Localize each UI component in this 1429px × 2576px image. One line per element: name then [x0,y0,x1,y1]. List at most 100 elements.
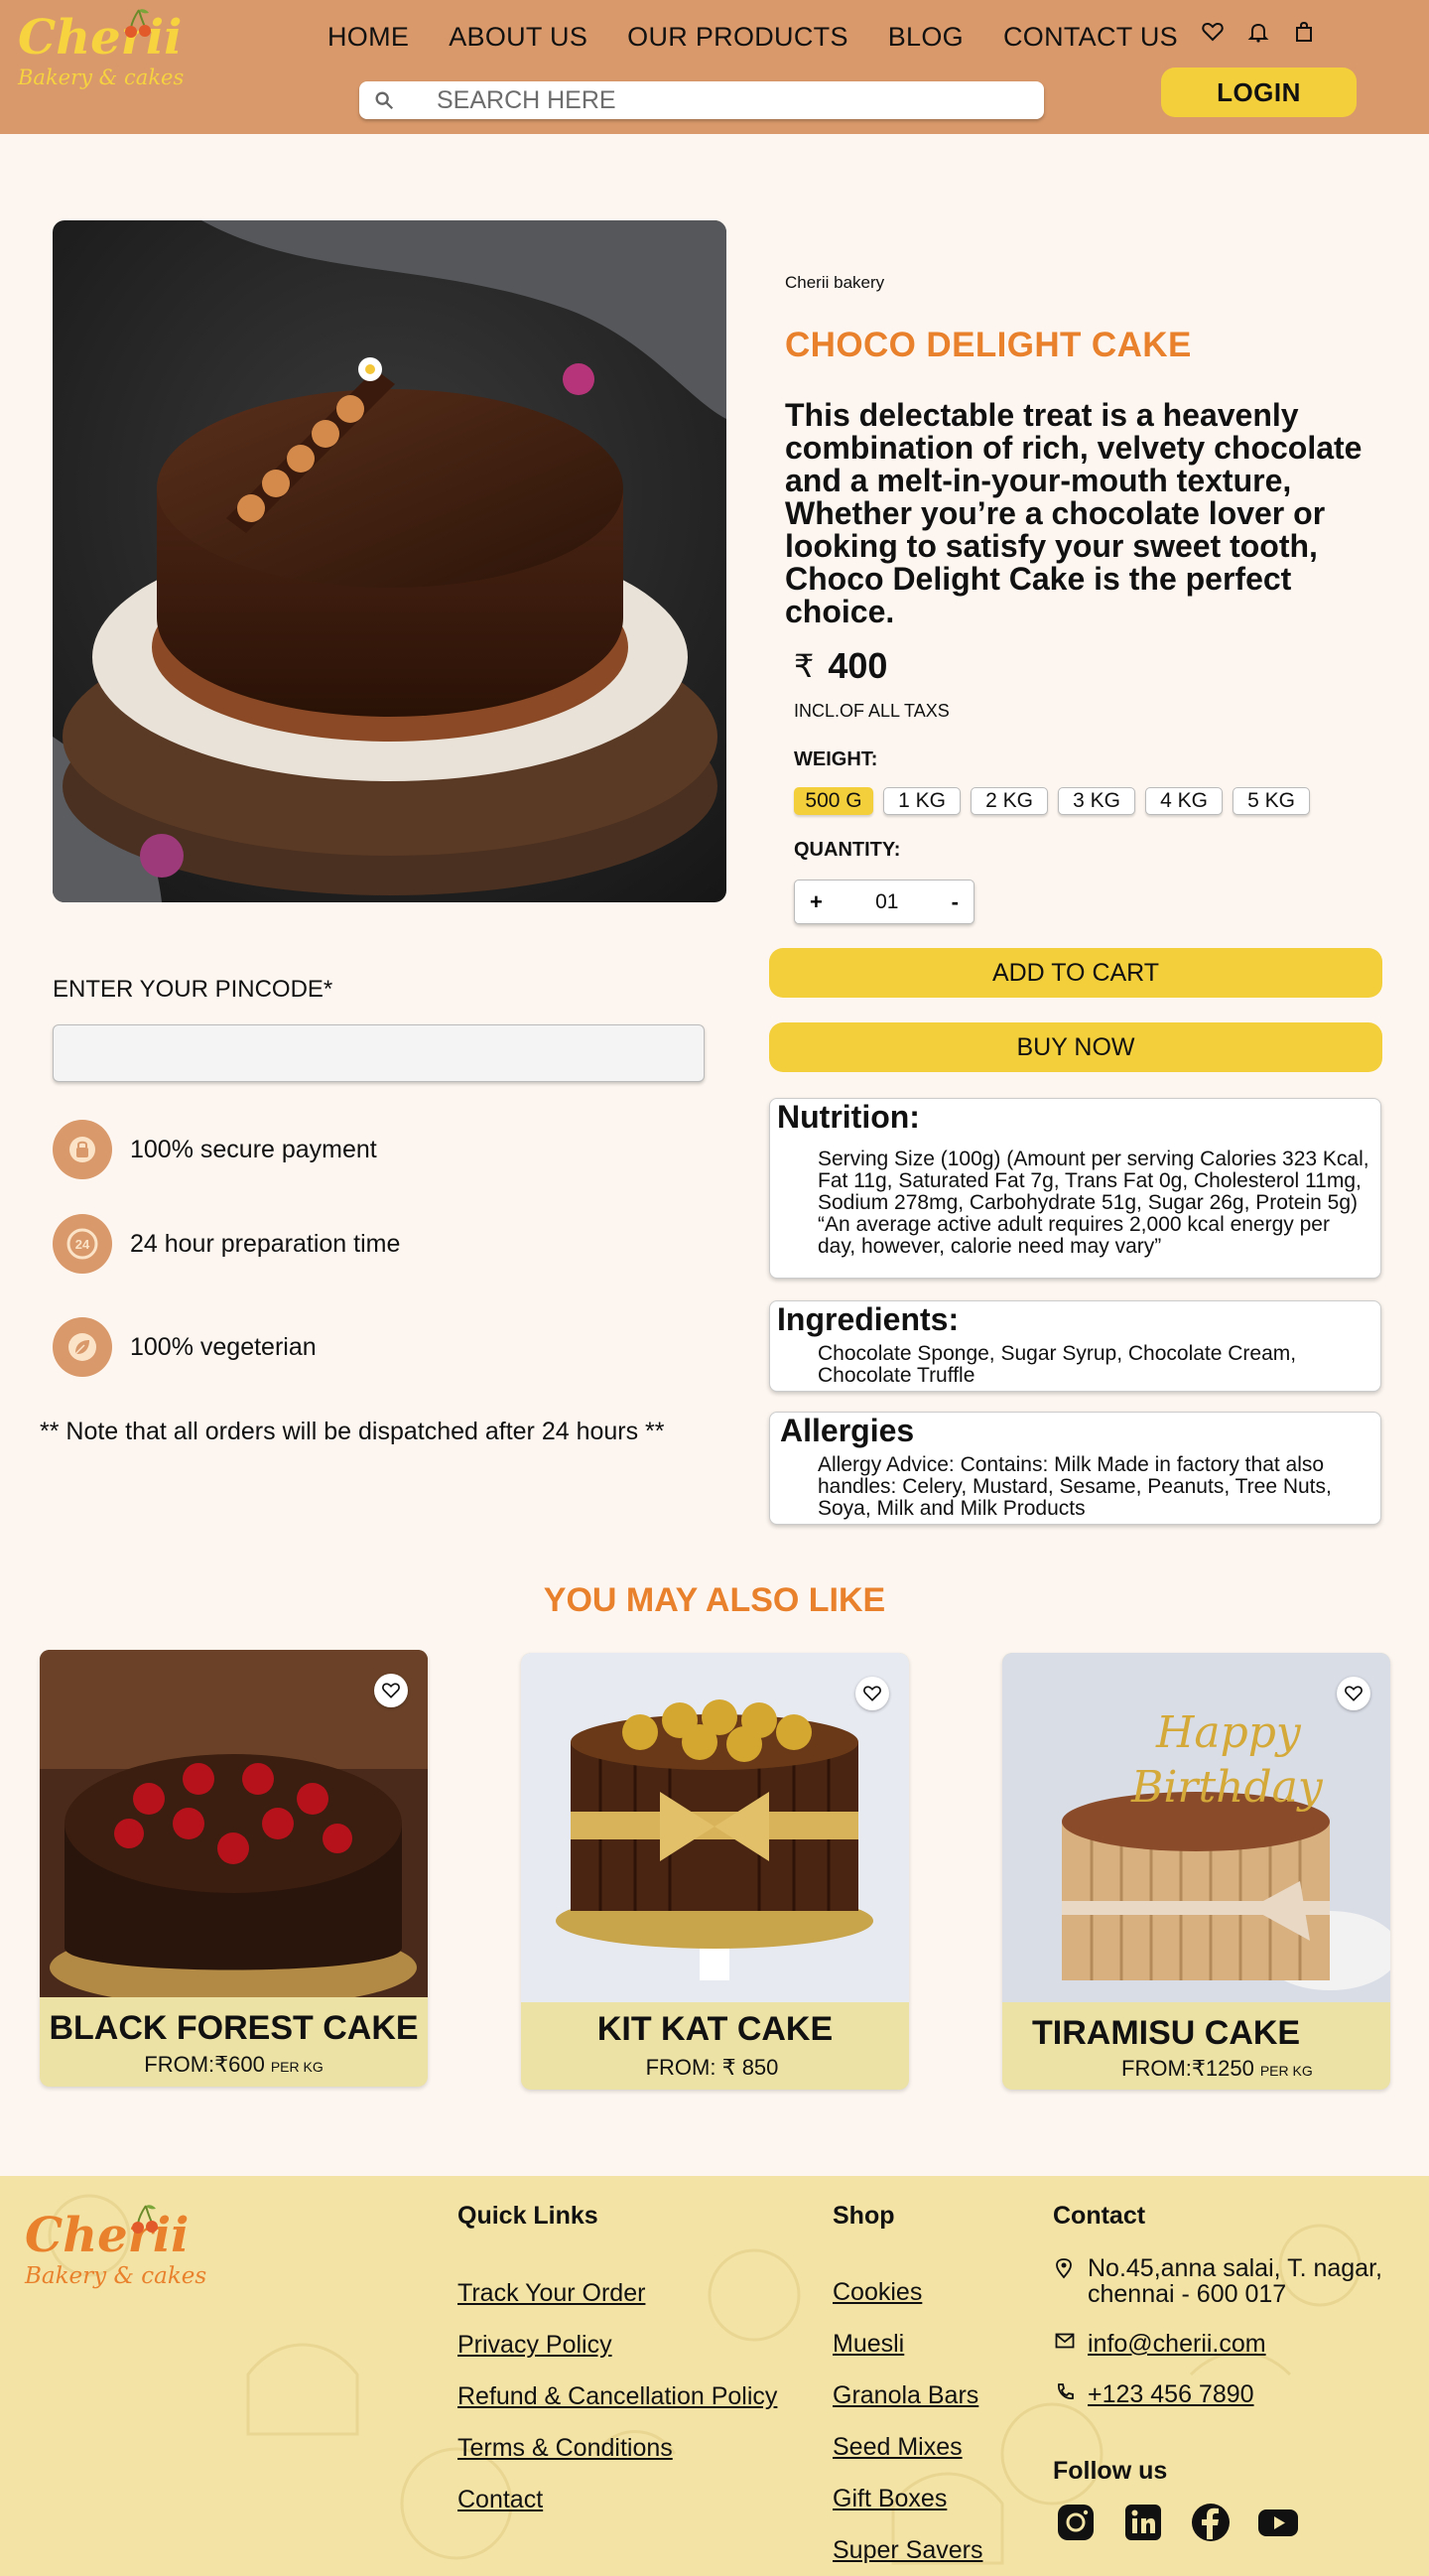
weight-option-500g[interactable]: 500 G [794,787,873,815]
product-image [53,220,726,902]
related-item-price: FROM:₹1250 PER KG [1121,2056,1313,2082]
weight-option-5kg[interactable]: 5 KG [1233,787,1310,815]
bell-icon[interactable] [1246,20,1270,44]
favorite-heart-icon[interactable] [374,1674,408,1707]
price-text: FROM:₹1250 [1121,2056,1254,2081]
nav-blog[interactable]: BLOG [888,22,964,53]
allergies-text: Allergy Advice: Contains: Milk Made in f… [818,1453,1332,1520]
dispatch-note: ** Note that all orders will be dispatch… [40,1418,665,1445]
social-links [1055,2502,1299,2543]
price-unit: PER KG [270,2059,324,2075]
product-brand: Cherii bakery [785,273,885,292]
buy-now-button[interactable]: BUY NOW [769,1022,1382,1072]
link-gift-boxes[interactable]: Gift Boxes [833,2485,947,2513]
black-forest-cake-image [40,1650,428,2007]
location-pin-icon [1056,2258,1072,2279]
link-contact[interactable]: Contact [457,2486,543,2514]
related-card-black-forest[interactable]: BLACK FOREST CAKE FROM:₹600 PER KG [40,1650,428,2087]
related-item-price: FROM: ₹ 850 [521,2055,909,2081]
allergies-title: Allergies [780,1413,915,1448]
link-muesli[interactable]: Muesli [833,2330,904,2359]
price-text: FROM:₹600 [144,2052,265,2077]
bag-icon[interactable] [1292,20,1316,44]
kit-kat-cake-image [521,1653,909,2002]
price-text: FROM: ₹ 850 [645,2055,779,2080]
contact-phone[interactable]: +123 456 7890 [1088,2380,1254,2409]
taxes-note: INCL.OF ALL TAXS [794,701,950,721]
nav-home[interactable]: HOME [327,22,409,53]
login-button[interactable]: LOGIN [1161,68,1357,117]
related-item-name: BLACK FOREST CAKE [49,2009,419,2047]
feature-text: 100% secure payment [130,1135,377,1163]
price-value: 400 [828,645,888,686]
link-track-order[interactable]: Track Your Order [457,2279,645,2308]
quantity-increase-button[interactable]: + [810,889,823,915]
header-icons [1201,20,1316,44]
search-icon [375,91,394,110]
link-seed-mixes[interactable]: Seed Mixes [833,2433,963,2462]
svg-text:Happy: Happy [1155,1707,1302,1758]
favorite-heart-icon[interactable] [1337,1677,1370,1710]
related-card-tiramisu[interactable]: Happy Birthday TIRAMISU CAKE FROM:₹1250 P… [1002,1653,1390,2090]
heart-icon[interactable] [1201,20,1225,44]
feature-preparation-time: 24 24 hour preparation time [53,1214,400,1274]
youtube-icon[interactable] [1257,2502,1299,2543]
link-super-savers[interactable]: Super Savers [833,2536,982,2565]
lock-icon [53,1120,112,1179]
product-description: This delectable treat is a heavenly comb… [785,397,1363,629]
product-price: ₹ 400 [794,645,887,687]
related-item-name: TIRAMISU CAKE [1032,2014,1301,2052]
mail-icon [1055,2333,1075,2349]
quantity-stepper: + 01 - [794,880,974,924]
related-title: YOU MAY ALSO LIKE [543,1581,886,1619]
shop-title: Shop [833,2202,895,2230]
pincode-input[interactable] [53,1024,705,1082]
logo-sub-text: Bakery & cakes [25,2263,207,2289]
search-input[interactable] [437,85,992,115]
add-to-cart-button[interactable]: ADD TO CART [769,948,1382,998]
quantity-decrease-button[interactable]: - [952,889,959,915]
price-unit: PER KG [1259,2063,1313,2079]
ingredients-box: Ingredients: Chocolate Sponge, Sugar Syr… [769,1300,1381,1392]
main-nav: HOME ABOUT US OUR PRODUCTS BLOG CONTACT … [327,22,1218,53]
nutrition-title: Nutrition: [777,1099,920,1135]
related-item-price: FROM:₹600 PER KG [40,2052,428,2078]
clock-24-icon: 24 [53,1214,112,1274]
footer-logo[interactable]: Cherii Bakery & cakes [25,2212,206,2288]
quantity-value[interactable]: 01 [875,890,898,914]
cherry-icon [125,9,151,38]
feature-vegetarian: 100% vegeterian [53,1317,317,1377]
site-header: Cherii Bakery & cakes HOME ABOUT US OUR … [0,0,1429,134]
quick-links-title: Quick Links [457,2202,598,2230]
logo-main-text: Cherii [25,2208,190,2263]
svg-text:Birthday: Birthday [1130,1762,1324,1813]
link-granola-bars[interactable]: Granola Bars [833,2381,978,2410]
feature-secure-payment: 100% secure payment [53,1120,377,1179]
instagram-icon[interactable] [1055,2502,1097,2543]
linkedin-icon[interactable] [1122,2502,1164,2543]
feature-text: 100% vegeterian [130,1332,317,1361]
ingredients-text: Chocolate Sponge, Sugar Syrup, Chocolate… [818,1342,1297,1387]
tiramisu-cake-image: Happy Birthday [1002,1653,1390,2002]
link-refund-policy[interactable]: Refund & Cancellation Policy [457,2382,777,2411]
favorite-heart-icon[interactable] [855,1677,889,1710]
nav-about-us[interactable]: ABOUT US [449,22,587,53]
contact-address: No.45,anna salai, T. nagar, chennai - 60… [1088,2254,1382,2308]
contact-email[interactable]: info@cherii.com [1088,2330,1266,2359]
weight-option-3kg[interactable]: 3 KG [1058,787,1135,815]
leaf-icon [53,1317,112,1377]
nutrition-box: Nutrition: Serving Size (100g) (Amount p… [769,1098,1381,1279]
facebook-icon[interactable] [1190,2502,1232,2543]
weight-option-2kg[interactable]: 2 KG [971,787,1048,815]
related-card-kit-kat[interactable]: KIT KAT CAKE FROM: ₹ 850 [521,1653,909,2090]
link-cookies[interactable]: Cookies [833,2278,922,2307]
weight-option-1kg[interactable]: 1 KG [883,787,961,815]
brand-logo[interactable]: Cherii Bakery & cakes [18,14,184,88]
contact-title: Contact [1053,2202,1146,2230]
nav-contact-us[interactable]: CONTACT US [1003,22,1178,53]
weight-option-4kg[interactable]: 4 KG [1145,787,1223,815]
link-terms[interactable]: Terms & Conditions [457,2434,673,2463]
phone-icon [1058,2383,1074,2399]
link-privacy-policy[interactable]: Privacy Policy [457,2331,612,2360]
nav-our-products[interactable]: OUR PRODUCTS [627,22,848,53]
